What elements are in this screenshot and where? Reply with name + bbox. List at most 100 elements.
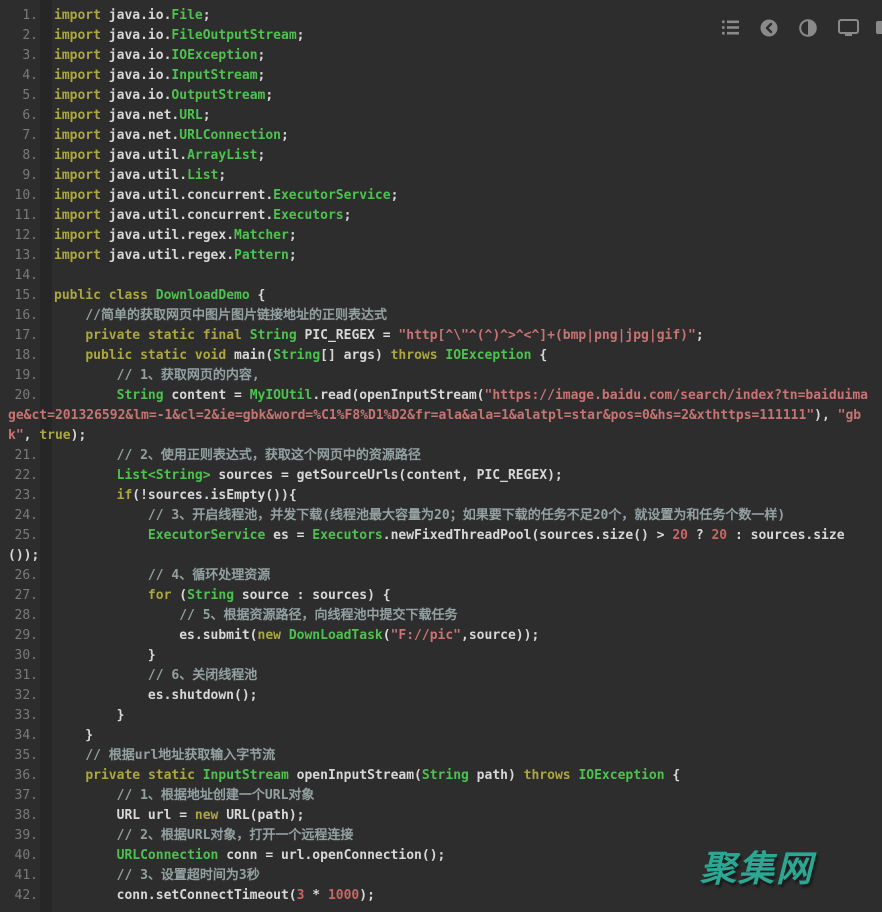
code-token-pln (148, 288, 156, 303)
code-line: 11.import java.util.concurrent.Executors… (8, 206, 874, 226)
code-token-kw: import (54, 88, 101, 103)
code-token-num: 3 (297, 888, 305, 903)
line-number: 35. (8, 746, 38, 766)
code-line: 5.import java.io.OutputStream; (8, 86, 874, 106)
line-number: 3. (8, 46, 38, 66)
code-token-pln (54, 508, 148, 523)
line-number: 40. (8, 846, 38, 866)
code-token-kw: if (117, 488, 133, 503)
code-line: 23. if(!sources.isEmpty()){ (8, 486, 874, 506)
partial-icon[interactable] (876, 19, 882, 37)
code-token-pln (54, 748, 85, 763)
line-number: 1. (8, 6, 38, 26)
code-token-typ: IOException (445, 348, 531, 363)
code-token-kw: import (54, 8, 101, 23)
code-token-kw: static (148, 768, 195, 783)
code-token-pln: sources = getSourceUrls(content, PIC_REG… (211, 468, 563, 483)
line-number: 12. (8, 226, 38, 246)
code-token-pln: es = (265, 528, 312, 543)
code-token-pln (54, 308, 85, 323)
code-token-typ: String (250, 328, 297, 343)
code-line: 18. public static void main(String[] arg… (8, 346, 874, 366)
code-line: 9.import java.util.List; (8, 166, 874, 186)
code-token-pln: } (54, 648, 156, 663)
code-token-pln: ; (218, 168, 226, 183)
code-line: 19. // 1、获取网页的内容, (8, 366, 874, 386)
code-token-pln: URL(path); (218, 808, 304, 823)
code-token-kw: import (54, 148, 101, 163)
code-token-pln: es.shutdown(); (54, 688, 258, 703)
list-icon[interactable] (722, 20, 739, 35)
line-number: 20. (8, 386, 38, 406)
code-token-kw: public (85, 348, 132, 363)
code-token-typ: FileOutputStream (171, 28, 296, 43)
code-token-kw: import (54, 188, 101, 203)
code-token-kw: private (85, 328, 140, 343)
code-token-pln: } (54, 728, 93, 743)
code-token-pln: java.net. (101, 128, 179, 143)
code-token-typ: MyIOUtil (250, 388, 313, 403)
contrast-icon[interactable] (799, 19, 817, 37)
line-number: 14. (8, 266, 38, 286)
code-line: 2.import java.io.FileOutputStream; (8, 26, 874, 46)
line-number: 17. (8, 326, 38, 346)
code-line: 24. // 3、开启线程池，并发下载(线程池最大容量为20；如果要下载的任务不… (8, 506, 874, 526)
code-token-com: // 3、设置超时间为3秒 (117, 868, 260, 883)
code-line: 7.import java.net.URLConnection; (8, 126, 874, 146)
code-token-pln (54, 608, 179, 623)
code-token-pln: ; (258, 148, 266, 163)
line-number: 9. (8, 166, 38, 186)
code-token-pln: ; (289, 248, 297, 263)
code-token-pln: .read(openInputStream( (312, 388, 484, 403)
code-token-pln (54, 488, 117, 503)
code-token-pln: ( (383, 628, 391, 643)
code-token-pln: ; (265, 88, 273, 103)
code-token-pln: path) (469, 768, 524, 783)
line-number: 11. (8, 206, 38, 226)
code-token-com: // 1、根据地址创建一个URL对象 (117, 788, 315, 803)
code-token-pln (54, 788, 117, 803)
code-token-kw: static (140, 348, 187, 363)
code-token-com: // 6、关闭线程池 (148, 668, 257, 683)
code-token-pln (54, 468, 117, 483)
code-token-com: // 4、循环处理资源 (148, 568, 270, 583)
chevron-left-circle-icon[interactable] (760, 19, 778, 37)
code-line: 13.import java.util.regex.Pattern; (8, 246, 874, 266)
monitor-icon[interactable] (838, 19, 859, 37)
code-line: 21. // 2、使用正则表达式，获取这个网页中的资源路径 (8, 446, 874, 466)
code-token-str: "http[^\"^(^)^>^<^]+(bmp|png|jpg|gif)" (398, 328, 695, 343)
code-token-typ: InputStream (203, 768, 289, 783)
line-number: 39. (8, 826, 38, 846)
line-number: 21. (8, 446, 38, 466)
code-token-typ: Pattern (234, 248, 289, 263)
code-token-pln: ; (696, 328, 704, 343)
line-number: 36. (8, 766, 38, 786)
code-token-pln: ); (71, 428, 87, 443)
code-token-pln: java.io. (101, 68, 171, 83)
code-line: 36. private static InputStream openInput… (8, 766, 874, 786)
code-token-typ: Executors (312, 528, 382, 543)
code-token-kw: public (54, 288, 101, 303)
code-token-typ: List (187, 168, 218, 183)
code-line: 14. (8, 266, 874, 286)
code-token-kw: import (54, 48, 101, 63)
code-token-pln: { (532, 348, 548, 363)
code-token-pln (54, 868, 117, 883)
code-line: 12.import java.util.regex.Matcher; (8, 226, 874, 246)
code-token-com: //简单的获取网页中图片图片链接地址的正则表达式 (85, 308, 387, 323)
line-number: 25. (8, 526, 38, 546)
code-token-pln: ? (688, 528, 711, 543)
code-token-pln (140, 328, 148, 343)
code-token-pln (54, 828, 117, 843)
code-token-com: // 1、获取网页的内容, (117, 368, 260, 383)
code-token-pln: main( (226, 348, 273, 363)
code-token-pln: java.util. (101, 148, 187, 163)
code-line: 29. es.submit(new DownLoadTask("F://pic"… (8, 626, 874, 646)
code-token-pln: java.util.regex. (101, 248, 234, 263)
code-token-pln: { (250, 288, 266, 303)
watermark: 聚集网 (700, 840, 814, 892)
code-token-kw: new (258, 628, 281, 643)
code-token-pln: { (665, 768, 681, 783)
code-token-typ: String (273, 348, 320, 363)
code-token-pln: ( (171, 588, 187, 603)
